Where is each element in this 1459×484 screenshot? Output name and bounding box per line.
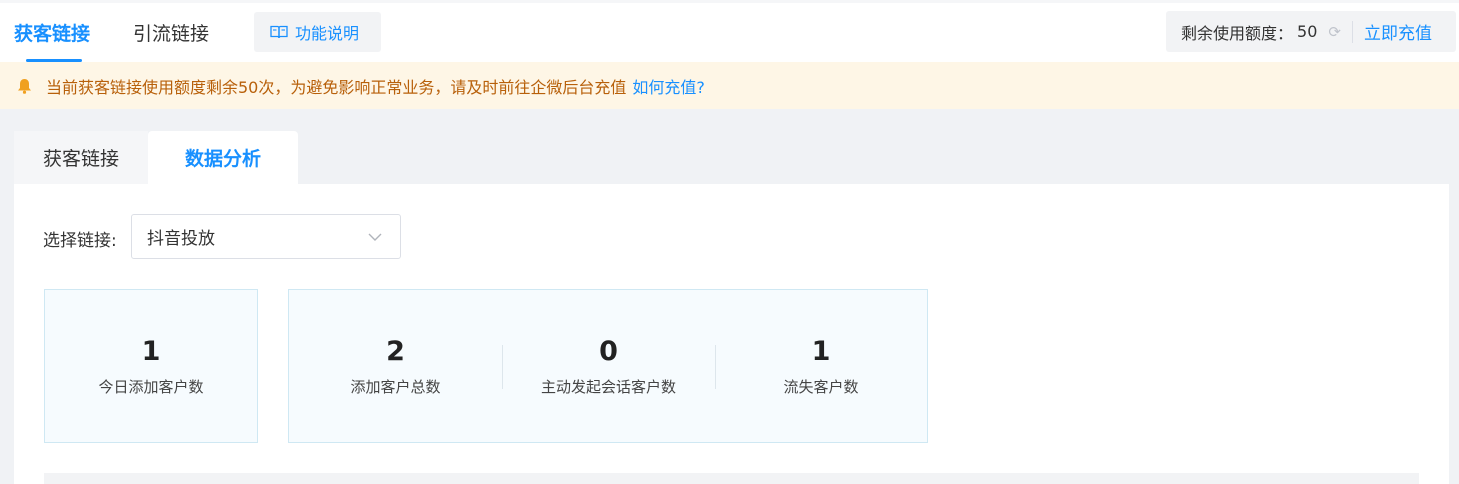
chevron-down-icon xyxy=(368,233,382,241)
notice-banner: 当前获客链接使用额度剩余50次，为避免影响正常业务，请及时前往企微后台充值 如何… xyxy=(0,62,1459,109)
stat-value: 0 xyxy=(599,336,618,367)
link-select[interactable]: 抖音投放 xyxy=(131,214,401,259)
stat-label: 主动发起会话客户数 xyxy=(540,378,676,396)
summary-stat-card: 2 添加客户总数 0 主动发起会话客户数 1 流失客户数 xyxy=(288,289,928,443)
bell-icon xyxy=(18,78,31,94)
stat-value: 2 xyxy=(386,336,405,367)
stat-active-conversation: 0 主动发起会话客户数 xyxy=(502,290,715,442)
stat-lost-customers: 1 流失客户数 xyxy=(715,290,927,442)
tab-traffic-link[interactable]: 引流链接 xyxy=(133,19,209,46)
stat-today-added: 1 今日添加客户数 xyxy=(45,290,257,442)
top-bar: 获客链接 引流链接 功能说明 剩余使用额度： 50 ⟳ 立即充值 xyxy=(0,0,1459,62)
link-select-value: 抖音投放 xyxy=(147,229,215,249)
stat-value: 1 xyxy=(811,336,831,367)
tab-data-analysis[interactable]: 数据分析 xyxy=(148,131,298,184)
stat-total-added: 2 添加客户总数 xyxy=(289,290,502,442)
feature-description-button[interactable]: 功能说明 xyxy=(254,12,381,52)
how-to-recharge-link[interactable]: 如何充值? xyxy=(632,74,705,98)
tab-acquisition-links[interactable]: 获客链接 xyxy=(14,131,148,184)
tab-acquisition-link[interactable]: 获客链接 xyxy=(14,19,90,46)
quota-value: 50 xyxy=(1297,22,1318,41)
refresh-icon[interactable]: ⟳ xyxy=(1328,23,1341,41)
link-select-label: 选择链接: xyxy=(43,231,117,251)
stat-label: 添加客户总数 xyxy=(350,378,441,396)
today-stat-card: 1 今日添加客户数 xyxy=(44,289,258,443)
stat-value: 1 xyxy=(141,336,161,367)
notice-text: 当前获客链接使用额度剩余50次，为避免影响正常业务，请及时前往企微后台充值 xyxy=(46,77,627,97)
feature-description-label: 功能说明 xyxy=(295,24,360,43)
book-icon xyxy=(270,25,288,39)
stat-label: 今日添加客户数 xyxy=(98,378,204,396)
divider xyxy=(1351,20,1353,43)
quota-panel: 剩余使用额度： 50 ⟳ 立即充值 xyxy=(1166,11,1456,52)
chart-area-top xyxy=(44,473,1419,484)
quota-label: 剩余使用额度： xyxy=(1181,23,1294,43)
recharge-button[interactable]: 立即充值 xyxy=(1364,19,1432,44)
stat-label: 流失客户数 xyxy=(783,378,859,396)
